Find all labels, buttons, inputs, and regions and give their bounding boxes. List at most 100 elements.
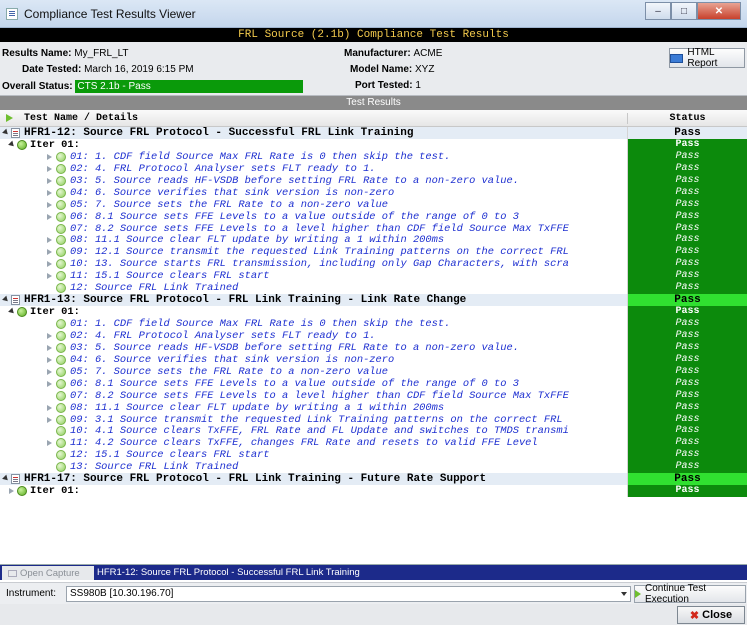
step-row[interactable]: 10: 4.1 Source clears TxFFE, FRL Rate an…	[0, 425, 747, 438]
pass-status-icon	[56, 390, 66, 401]
status-cell: Pass	[627, 353, 747, 366]
expand-open-icon[interactable]	[2, 474, 10, 483]
close-label: Close	[702, 609, 733, 621]
pass-status-icon	[56, 151, 66, 162]
expand-closed-icon[interactable]	[47, 440, 52, 447]
step-row[interactable]: 08: 11.1 Source clear FLT update by writ…	[0, 234, 747, 247]
row-label: 10: 4.1 Source clears TxFFE, FRL Rate an…	[70, 425, 569, 438]
minimize-icon[interactable]: –	[645, 2, 671, 20]
expand-closed-icon[interactable]	[47, 368, 52, 375]
row-label: 09: 3.1 Source transmit the requested Li…	[70, 413, 563, 426]
model-value: XYZ	[415, 64, 435, 75]
step-row[interactable]: 05: 7. Source sets the FRL Rate to a non…	[0, 365, 747, 378]
expand-open-icon[interactable]	[2, 295, 10, 304]
expand-open-icon[interactable]	[2, 128, 10, 137]
row-label: 08: 11.1 Source clear FLT update by writ…	[70, 234, 445, 247]
pass-status-icon	[56, 283, 66, 294]
status-cell: Pass	[627, 329, 747, 342]
iteration-row[interactable]: Iter 01: Pass	[0, 138, 747, 151]
manufacturer-value: ACME	[413, 48, 443, 59]
date-value: March 16, 2019 6:15 PM	[84, 64, 194, 75]
continue-test-button[interactable]: Continue Test Execution	[634, 583, 746, 605]
row-name-cell: Iter 01:	[0, 485, 626, 497]
status-cell: Pass	[627, 485, 747, 498]
step-row[interactable]: 13: Source FRL Link Trained Pass	[0, 461, 747, 474]
close-button[interactable]: ✖ Close	[677, 606, 745, 624]
expand-closed-icon[interactable]	[47, 177, 52, 184]
step-row[interactable]: 12: Source FRL Link Trained Pass	[0, 282, 747, 295]
step-row[interactable]: 09: 12.1 Source transmit the requested L…	[0, 246, 747, 259]
step-row[interactable]: 07: 8.2 Source sets FFE Levels to a leve…	[0, 389, 747, 402]
step-row[interactable]: 11: 15.1 Source clears FRL start Pass	[0, 270, 747, 283]
pass-status-icon	[56, 402, 66, 413]
expand-closed-icon[interactable]	[47, 380, 52, 387]
expand-closed-icon[interactable]	[47, 356, 52, 363]
step-row[interactable]: 06: 8.1 Source sets FFE Levels to a valu…	[0, 210, 747, 223]
status-cell: Pass	[627, 365, 747, 378]
results-tree[interactable]: HFR1-12: Source FRL Protocol - Successfu…	[0, 127, 747, 548]
step-row[interactable]: 05: 7. Source sets the FRL Rate to a non…	[0, 198, 747, 211]
step-row[interactable]: 06: 8.1 Source sets FFE Levels to a valu…	[0, 377, 747, 390]
step-row[interactable]: 07: 8.2 Source sets FFE Levels to a leve…	[0, 222, 747, 235]
row-label: 06: 8.1 Source sets FFE Levels to a valu…	[70, 377, 519, 390]
expand-closed-icon[interactable]	[47, 249, 52, 256]
row-label: HFR1-12: Source FRL Protocol - Successfu…	[24, 127, 414, 139]
manufacturer-label: Manufacturer:	[344, 48, 411, 59]
column-status-header[interactable]: Status	[627, 113, 747, 124]
expand-closed-icon[interactable]	[9, 488, 14, 495]
step-row[interactable]: 11: 4.2 Source clears TxFFE, changes FRL…	[0, 437, 747, 450]
step-row[interactable]: 12: 15.1 Source clears FRL start Pass	[0, 449, 747, 462]
open-capture-button[interactable]: Open Capture	[2, 566, 94, 580]
test-row[interactable]: HFR1-17: Source FRL Protocol - FRL Link …	[0, 473, 747, 486]
status-cell: Pass	[627, 127, 747, 139]
column-name-header[interactable]: Test Name / Details	[24, 113, 138, 124]
expand-closed-icon[interactable]	[47, 165, 52, 172]
expand-open-icon[interactable]	[8, 307, 16, 316]
expand-closed-icon[interactable]	[47, 416, 52, 423]
expand-closed-icon[interactable]	[47, 213, 52, 220]
step-row[interactable]: 02: 4. FRL Protocol Analyser sets FLT re…	[0, 162, 747, 175]
step-row[interactable]: 08: 11.1 Source clear FLT update by writ…	[0, 401, 747, 414]
expand-closed-icon[interactable]	[47, 273, 52, 280]
iteration-row[interactable]: Iter 01: Pass	[0, 306, 747, 319]
row-label: 07: 8.2 Source sets FFE Levels to a leve…	[70, 389, 569, 402]
maximize-icon[interactable]: □	[671, 2, 697, 20]
date-label: Date Tested:	[22, 64, 82, 75]
expand-open-icon[interactable]	[8, 140, 16, 149]
status-cell: Pass	[627, 282, 747, 295]
test-row[interactable]: HFR1-12: Source FRL Protocol - Successfu…	[0, 127, 747, 139]
step-row[interactable]: 02: 4. FRL Protocol Analyser sets FLT re…	[0, 329, 747, 342]
instrument-bar: Instrument: SS980B [10.30.196.70] Contin…	[0, 582, 747, 605]
step-row[interactable]: 01: 1. CDF field Source Max FRL Rate is …	[0, 318, 747, 330]
step-row[interactable]: 03: 5. Source reads HF-VSDB before setti…	[0, 174, 747, 187]
test-row[interactable]: HFR1-13: Source FRL Protocol - FRL Link …	[0, 294, 747, 307]
instrument-select[interactable]: SS980B [10.30.196.70]	[66, 586, 631, 602]
expand-closed-icon[interactable]	[47, 332, 52, 339]
current-test-tab[interactable]: HFR1-12: Source FRL Protocol - Successfu…	[97, 567, 360, 578]
overall-status-label: Overall Status:	[2, 81, 73, 92]
expand-closed-icon[interactable]	[47, 189, 52, 196]
step-row[interactable]: 04: 6. Source verifies that sink version…	[0, 353, 747, 366]
expand-closed-icon[interactable]	[47, 153, 52, 160]
step-row[interactable]: 03: 5. Source reads HF-VSDB before setti…	[0, 341, 747, 354]
results-name-label: Results Name:	[2, 48, 72, 59]
pass-status-icon	[56, 259, 66, 270]
expand-closed-icon[interactable]	[47, 344, 52, 351]
run-icon[interactable]	[6, 114, 13, 122]
iteration-row[interactable]: Iter 01: Pass	[0, 485, 747, 498]
expand-closed-icon[interactable]	[47, 404, 52, 411]
pass-status-icon	[17, 139, 27, 150]
pass-status-icon	[56, 163, 66, 174]
row-name-cell: 03: 5. Source reads HF-VSDB before setti…	[0, 342, 626, 354]
expand-closed-icon[interactable]	[47, 201, 52, 208]
step-row[interactable]: 04: 6. Source verifies that sink version…	[0, 186, 747, 199]
step-row[interactable]: 09: 3.1 Source transmit the requested Li…	[0, 413, 747, 426]
expand-closed-icon[interactable]	[47, 261, 52, 268]
row-name-cell: 01: 1. CDF field Source Max FRL Rate is …	[0, 151, 626, 163]
instrument-value: SS980B [10.30.196.70]	[70, 588, 174, 599]
step-row[interactable]: 01: 1. CDF field Source Max FRL Rate is …	[0, 150, 747, 163]
step-row[interactable]: 10: 13. Source starts FRL transmission, …	[0, 258, 747, 271]
close-window-icon[interactable]: ✕	[697, 2, 741, 20]
html-report-button[interactable]: HTML Report	[669, 47, 745, 69]
expand-closed-icon[interactable]	[47, 237, 52, 244]
